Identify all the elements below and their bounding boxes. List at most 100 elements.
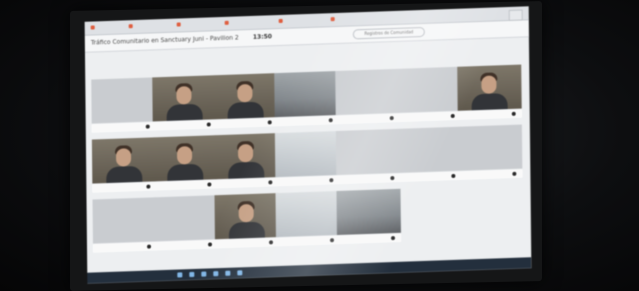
person-body <box>227 101 264 120</box>
participant-name <box>397 171 462 182</box>
bookmark-item[interactable] <box>90 24 97 30</box>
participant-name <box>92 242 158 253</box>
person-head <box>237 83 253 103</box>
participant-video <box>91 77 156 124</box>
participant-video <box>152 75 217 122</box>
person-head <box>238 203 254 223</box>
mic-icon <box>207 242 213 247</box>
bookmark-item[interactable] <box>330 16 337 22</box>
taskbar-app-icon[interactable] <box>225 270 231 276</box>
mic-icon <box>511 111 516 116</box>
participant-video <box>336 188 401 235</box>
participant-video <box>153 195 218 242</box>
participant-tile[interactable] <box>152 75 217 131</box>
person-head <box>176 86 192 105</box>
participant-video <box>152 135 218 182</box>
participant-name <box>152 120 217 131</box>
participant-name <box>396 111 461 122</box>
meeting-timer: 13:50 <box>252 33 273 41</box>
mic-icon <box>328 118 333 123</box>
participant-name <box>153 240 219 251</box>
browser-corner-button[interactable] <box>508 9 523 21</box>
participant-tile[interactable] <box>274 130 340 187</box>
person-body <box>167 163 204 182</box>
person-body <box>106 165 143 184</box>
mic-icon <box>268 180 273 185</box>
person-head <box>481 75 497 94</box>
participant-tile[interactable] <box>152 135 218 191</box>
participant-name <box>275 175 340 187</box>
bookmark-item[interactable] <box>278 18 285 24</box>
participant-name <box>336 173 401 185</box>
participant-grid <box>91 64 523 270</box>
participant-name <box>214 178 279 189</box>
taskbar-app-icon[interactable] <box>177 272 183 278</box>
bookmark-icon <box>330 17 335 22</box>
participant-tile[interactable] <box>396 126 462 183</box>
join-pill-button[interactable]: Registros de Comunidad <box>352 26 425 40</box>
person-body <box>228 161 265 180</box>
mic-icon <box>146 184 151 189</box>
participant-tile[interactable] <box>396 66 461 123</box>
mic-icon <box>206 122 211 127</box>
person-body <box>166 103 203 122</box>
person-head <box>237 143 254 163</box>
bookmark-item[interactable] <box>176 21 183 27</box>
participant-video <box>274 130 340 178</box>
bookmark-icon <box>224 20 229 25</box>
taskbar-app-icon[interactable] <box>189 271 195 278</box>
taskbar-app-icon[interactable] <box>237 270 243 276</box>
participant-name <box>274 115 339 127</box>
participant-name <box>457 109 522 120</box>
participant-tile[interactable] <box>275 190 341 247</box>
bookmark-item[interactable] <box>128 23 135 29</box>
mic-icon <box>389 116 394 121</box>
mic-icon <box>146 244 152 249</box>
participant-video <box>396 126 462 173</box>
participant-tile[interactable] <box>335 68 400 125</box>
participant-video <box>274 70 339 118</box>
person-body <box>471 93 508 111</box>
mic-icon <box>267 120 272 125</box>
person-head <box>115 148 132 167</box>
taskbar-app-icon[interactable] <box>201 271 207 277</box>
participant-video <box>213 73 278 120</box>
mic-icon <box>451 173 456 178</box>
mic-icon <box>268 240 274 245</box>
participant-tile[interactable] <box>335 128 401 185</box>
monitor-screen: Tráfico Comunitario en Sanctuary Juni - … <box>84 6 532 284</box>
participant-tile[interactable] <box>336 188 402 245</box>
participant-name <box>458 169 523 180</box>
mic-icon <box>329 238 335 243</box>
person-head <box>176 146 193 165</box>
participant-tile[interactable] <box>91 137 157 193</box>
participant-tile[interactable] <box>274 70 339 127</box>
participant-video <box>213 133 279 180</box>
bookmark-icon <box>128 24 133 29</box>
participant-name <box>92 182 157 193</box>
mic-icon <box>512 171 517 176</box>
taskbar-app-icon[interactable] <box>213 271 219 277</box>
participant-name <box>153 180 218 191</box>
participant-tile[interactable] <box>457 124 523 181</box>
meeting-title: Tráfico Comunitario en Sanctuary Juni - … <box>90 34 239 47</box>
participant-video <box>335 128 401 176</box>
mic-icon <box>450 113 455 119</box>
bookmark-item[interactable] <box>224 20 231 26</box>
participant-tile[interactable] <box>213 133 279 189</box>
participant-video <box>457 64 522 111</box>
participant-tile[interactable] <box>214 193 280 249</box>
bookmark-icon <box>176 22 181 27</box>
participant-video <box>92 197 157 244</box>
participant-tile[interactable] <box>457 64 522 121</box>
participant-name <box>91 122 156 133</box>
bookmark-icon <box>90 25 95 30</box>
participant-tile[interactable] <box>213 73 278 129</box>
participant-name <box>275 235 341 247</box>
participant-video <box>214 193 279 240</box>
participant-tile[interactable] <box>91 77 156 133</box>
participant-video <box>335 68 400 116</box>
participant-tile[interactable] <box>153 195 219 251</box>
participant-tile[interactable] <box>92 197 158 253</box>
mic-icon <box>145 124 150 129</box>
